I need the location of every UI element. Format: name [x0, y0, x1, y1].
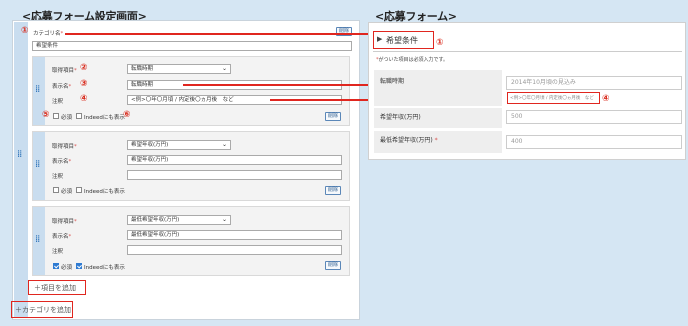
add-item-link[interactable]: ＋項目を追加 — [34, 283, 76, 293]
display-label-3: 表示名* — [52, 234, 72, 240]
annotation-arrow-3 — [183, 84, 371, 86]
form-label-transfer-timing: 転職時期 — [374, 70, 502, 106]
chevron-down-icon: ⌄ — [221, 216, 227, 223]
annotation-1: ① — [21, 26, 29, 36]
indeed-checkbox-3[interactable] — [76, 263, 82, 269]
indeed-label-2: Indeedにも表示 — [84, 189, 125, 195]
field-label-1: 取得項目* — [52, 68, 77, 74]
form-section-divider — [373, 51, 682, 52]
annotation-arrow-1 — [65, 33, 373, 35]
display-name-input-2[interactable]: 希望年収(万円) — [127, 155, 342, 165]
indeed-checkbox-2[interactable] — [76, 187, 82, 193]
add-category-link[interactable]: ＋カテゴリを追加 — [15, 305, 71, 315]
item-delete-button-3[interactable]: 削除 — [325, 261, 341, 270]
triangle-right-icon: ▶ — [377, 35, 383, 43]
required-label-3: 必須 — [61, 265, 73, 271]
item-delete-button-2[interactable]: 削除 — [325, 186, 341, 195]
field-label-2: 取得項目* — [52, 144, 77, 150]
annotation-3: ③ — [80, 79, 88, 89]
display-name-input-3[interactable]: 最低希望年収(万円) — [127, 230, 342, 240]
form-section-title: 希望条件 — [386, 36, 418, 45]
required-checkbox-1[interactable] — [53, 113, 59, 119]
chevron-down-icon: ⌄ — [221, 141, 227, 148]
note-label-1: 注釈 — [52, 99, 64, 105]
field-select-2[interactable]: 希望年収(万円) ⌄ — [127, 140, 231, 150]
form-input-transfer-timing[interactable]: 2014年10月頃の見込み — [506, 76, 682, 90]
item-drag-handle-icon[interactable]: ⁞⁞ — [35, 85, 40, 95]
annotation-4: ④ — [80, 94, 88, 104]
annotation-6: ⑥ — [123, 110, 131, 120]
form-label-desired-salary: 希望年収(万円) — [374, 108, 502, 128]
note-input-2[interactable] — [127, 170, 342, 180]
field-select-3[interactable]: 最低希望年収(万円) ⌄ — [127, 215, 231, 225]
display-label-2: 表示名* — [52, 159, 72, 165]
form-input-desired-salary[interactable]: 500 — [506, 110, 682, 124]
required-label-1: 必須 — [61, 115, 73, 121]
category-drag-handle-icon[interactable]: ⁞⁞ — [17, 150, 22, 160]
note-label-3: 注釈 — [52, 249, 64, 255]
item-delete-button-1[interactable]: 削除 — [325, 112, 341, 121]
required-checkbox-3[interactable] — [53, 263, 59, 269]
required-checkbox-2[interactable] — [53, 187, 59, 193]
category-drag-bar[interactable] — [14, 22, 28, 318]
category-name-input[interactable]: 希望条件 — [32, 41, 352, 51]
required-label-2: 必須 — [61, 189, 73, 195]
indeed-label-3: Indeedにも表示 — [84, 265, 125, 271]
annotation-form-1: ① — [436, 38, 444, 48]
annotation-5: ⑤ — [42, 110, 50, 120]
annotation-2: ② — [80, 63, 88, 73]
item-drag-handle-icon[interactable]: ⁞⁞ — [35, 160, 40, 170]
field-label-3: 取得項目* — [52, 219, 77, 225]
field-select-1[interactable]: 転職時期 ⌄ — [127, 64, 231, 74]
note-label-2: 注釈 — [52, 174, 64, 180]
item-drag-handle-icon[interactable]: ⁞⁞ — [35, 235, 40, 245]
indeed-checkbox-1[interactable] — [76, 113, 82, 119]
display-label-1: 表示名* — [52, 84, 72, 90]
category-delete-button[interactable]: 削除 — [336, 27, 352, 36]
form-label-min-salary: 最低希望年収(万円) * — [374, 131, 502, 153]
indeed-label-1: Indeedにも表示 — [84, 115, 125, 121]
form-input-min-salary[interactable]: 400 — [506, 135, 682, 149]
chevron-down-icon: ⌄ — [221, 65, 227, 72]
annotation-form-4: ④ — [602, 94, 610, 104]
form-note-transfer-timing: <例>〇年〇月頃 / 内定後〇ヵ月後 など — [510, 96, 594, 101]
category-name-label: カテゴリ名* — [33, 31, 64, 37]
required-note: *がついた項目は必須入力です。 — [376, 57, 449, 63]
note-input-3[interactable] — [127, 245, 342, 255]
